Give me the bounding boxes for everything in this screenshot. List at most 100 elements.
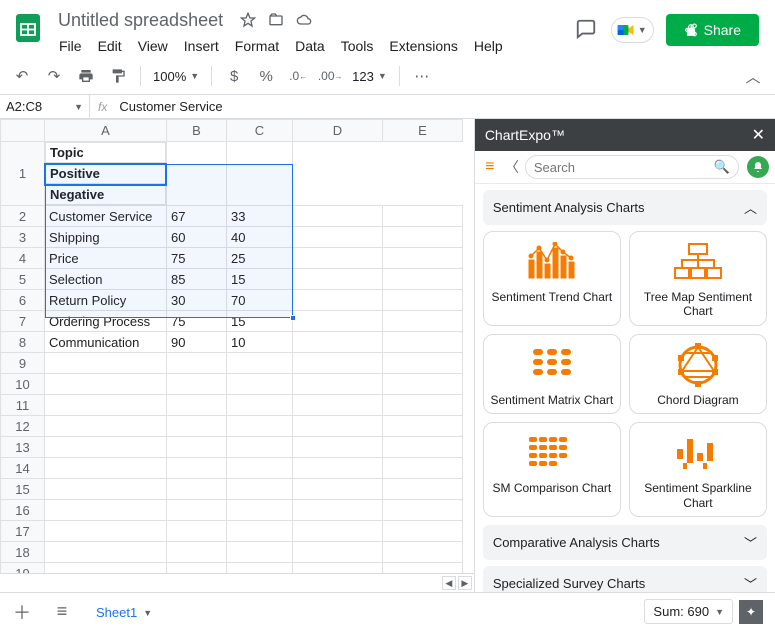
row-header[interactable]: 9: [1, 353, 45, 374]
chart-option[interactable]: Sentiment Sparkline Chart: [629, 422, 767, 517]
cell[interactable]: [293, 227, 383, 248]
cell[interactable]: Communication: [45, 332, 167, 353]
row-header[interactable]: 15: [1, 479, 45, 500]
cell[interactable]: 60: [167, 227, 227, 248]
row-header[interactable]: 4: [1, 248, 45, 269]
cell[interactable]: [293, 311, 383, 332]
search-input[interactable]: [534, 160, 710, 175]
doc-title[interactable]: Untitled spreadsheet: [52, 9, 229, 32]
more-tools-icon[interactable]: ⋯: [408, 62, 436, 90]
chart-option[interactable]: Chord Diagram: [629, 334, 767, 414]
explore-button[interactable]: ✦: [739, 600, 763, 624]
cell[interactable]: 30: [167, 290, 227, 311]
move-icon[interactable]: [267, 11, 285, 29]
row-header[interactable]: 18: [1, 542, 45, 563]
row-header[interactable]: 8: [1, 332, 45, 353]
notifications-icon[interactable]: [747, 156, 769, 178]
col-header[interactable]: C: [227, 120, 293, 142]
star-icon[interactable]: [239, 11, 257, 29]
row-header[interactable]: 12: [1, 416, 45, 437]
row-header[interactable]: 17: [1, 521, 45, 542]
zoom-select[interactable]: 100%▼: [149, 69, 203, 84]
menu-file[interactable]: File: [52, 35, 89, 57]
cell[interactable]: [293, 206, 383, 227]
col-header[interactable]: B: [167, 120, 227, 142]
row-header[interactable]: 6: [1, 290, 45, 311]
col-header[interactable]: E: [383, 120, 463, 142]
row-header[interactable]: 13: [1, 437, 45, 458]
cell[interactable]: [383, 206, 463, 227]
menu-tools[interactable]: Tools: [334, 35, 381, 57]
cell[interactable]: Customer Service: [45, 206, 167, 227]
cell[interactable]: 67: [167, 206, 227, 227]
formula-input[interactable]: Customer Service: [115, 99, 775, 114]
chart-option[interactable]: Sentiment Matrix Chart: [483, 334, 621, 414]
decrease-decimal-icon[interactable]: .0←: [284, 62, 312, 90]
cell[interactable]: 15: [227, 269, 293, 290]
scroll-right-icon[interactable]: ▶: [458, 576, 472, 590]
close-icon[interactable]: ✕: [752, 125, 765, 145]
add-sheet-button[interactable]: ＋: [4, 597, 40, 627]
all-sheets-button[interactable]: ≡: [44, 597, 80, 627]
increase-decimal-icon[interactable]: .00→: [316, 62, 344, 90]
row-header[interactable]: 2: [1, 206, 45, 227]
cell[interactable]: [293, 269, 383, 290]
cell[interactable]: [383, 332, 463, 353]
cell[interactable]: [293, 248, 383, 269]
currency-icon[interactable]: $: [220, 62, 248, 90]
cell[interactable]: [293, 290, 383, 311]
row-header[interactable]: 11: [1, 395, 45, 416]
cell[interactable]: 75: [167, 311, 227, 332]
menu-format[interactable]: Format: [228, 35, 286, 57]
menu-edit[interactable]: Edit: [91, 35, 129, 57]
cell[interactable]: [293, 332, 383, 353]
cell[interactable]: Topic: [45, 142, 166, 163]
row-header[interactable]: 10: [1, 374, 45, 395]
cloud-icon[interactable]: [295, 11, 313, 29]
cell[interactable]: Shipping: [45, 227, 167, 248]
cell[interactable]: [383, 269, 463, 290]
sheet-tab[interactable]: Sheet1 ▼: [84, 593, 164, 631]
quicksum-status[interactable]: Sum: 690▼: [644, 599, 733, 624]
row-header[interactable]: 19: [1, 563, 45, 574]
search-field[interactable]: 🔍: [525, 155, 739, 179]
cell[interactable]: Selection: [45, 269, 167, 290]
section-comparative[interactable]: Comparative Analysis Charts ﹀: [483, 525, 767, 560]
cell[interactable]: [383, 290, 463, 311]
menu-data[interactable]: Data: [288, 35, 332, 57]
chart-option[interactable]: SM Comparison Chart: [483, 422, 621, 517]
cell[interactable]: Price: [45, 248, 167, 269]
cell[interactable]: 15: [227, 311, 293, 332]
chart-option[interactable]: Sentiment Trend Chart: [483, 231, 621, 326]
row-header[interactable]: 1: [1, 142, 45, 206]
cell[interactable]: 70: [227, 290, 293, 311]
cell[interactable]: 33: [227, 206, 293, 227]
section-survey[interactable]: Specialized Survey Charts ﹀: [483, 566, 767, 592]
menu-icon[interactable]: ≡: [481, 158, 499, 176]
menu-insert[interactable]: Insert: [177, 35, 226, 57]
number-format-select[interactable]: 123▼: [348, 69, 391, 84]
cell[interactable]: Return Policy: [45, 290, 167, 311]
cell[interactable]: 40: [227, 227, 293, 248]
cell[interactable]: [167, 142, 227, 206]
select-all-corner[interactable]: [1, 120, 45, 142]
menu-view[interactable]: View: [131, 35, 175, 57]
comments-icon[interactable]: [575, 18, 599, 42]
cell[interactable]: Negative: [45, 184, 166, 205]
collapse-toolbar-icon[interactable]: ︿: [739, 62, 767, 90]
row-header[interactable]: 16: [1, 500, 45, 521]
cell[interactable]: 25: [227, 248, 293, 269]
row-header[interactable]: 3: [1, 227, 45, 248]
cell[interactable]: [383, 311, 463, 332]
percent-icon[interactable]: %: [252, 62, 280, 90]
section-sentiment[interactable]: Sentiment Analysis Charts ︿: [483, 190, 767, 225]
redo-icon[interactable]: ↷: [40, 62, 68, 90]
cell[interactable]: 90: [167, 332, 227, 353]
chevron-down-icon[interactable]: ▼: [143, 608, 152, 618]
share-button[interactable]: Share: [666, 14, 759, 46]
menu-help[interactable]: Help: [467, 35, 510, 57]
row-header[interactable]: 7: [1, 311, 45, 332]
back-icon[interactable]: 〈: [503, 157, 521, 177]
print-icon[interactable]: [72, 62, 100, 90]
sheets-logo[interactable]: [8, 8, 48, 48]
